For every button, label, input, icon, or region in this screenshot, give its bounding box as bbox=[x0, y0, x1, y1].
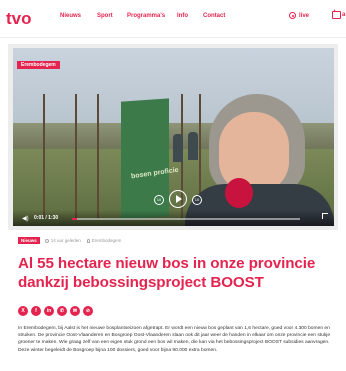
category-badge[interactable]: Nieuws bbox=[18, 237, 40, 244]
video-location-tag: Erembodegem bbox=[17, 61, 60, 69]
article-meta: Nieuws 14 uur geleden Erembodegem bbox=[18, 237, 121, 244]
clock-icon bbox=[44, 238, 49, 243]
nav-item-contact[interactable]: Contact bbox=[203, 13, 225, 19]
live-label: live bbox=[299, 12, 310, 19]
tree-stake bbox=[43, 94, 45, 219]
mail-icon[interactable]: ✉ bbox=[70, 306, 80, 316]
live-icon bbox=[289, 12, 296, 19]
tv-icon[interactable] bbox=[332, 11, 341, 19]
nav-item-programmas[interactable]: Programma's bbox=[127, 13, 165, 19]
location-icon bbox=[86, 238, 90, 243]
nav-item-sport[interactable]: Sport bbox=[97, 13, 113, 19]
fullscreen-icon[interactable] bbox=[322, 213, 328, 219]
article-location[interactable]: Erembodegem bbox=[92, 238, 122, 243]
link-icon[interactable]: ⊘ bbox=[83, 306, 93, 316]
top-navigation: tvo Nieuws Sport Programma's Info Contac… bbox=[0, 0, 346, 38]
facebook-icon[interactable]: f bbox=[31, 306, 41, 316]
video-progress-fill bbox=[72, 218, 77, 220]
video-time: 0:01 / 1:30 bbox=[34, 215, 59, 221]
microphone bbox=[225, 178, 253, 208]
x-icon[interactable]: X bbox=[18, 306, 28, 316]
linkedin-icon[interactable]: in bbox=[44, 306, 54, 316]
published-time: 14 uur geleden bbox=[50, 238, 81, 243]
article-lead: In Erembodegem, bij Aalst is het nieuwe … bbox=[18, 326, 331, 353]
interviewee-face bbox=[219, 112, 289, 192]
whatsapp-icon[interactable]: ✆ bbox=[57, 306, 67, 316]
article-headline: Al 55 hectare nieuw bos in onze provinci… bbox=[18, 255, 316, 291]
nav-item-info[interactable]: Info bbox=[177, 13, 188, 19]
logo-text: tvo bbox=[6, 9, 32, 28]
rewind-10-icon[interactable]: 10 bbox=[154, 195, 164, 205]
tree-stake bbox=[97, 94, 99, 219]
tree-stake bbox=[75, 94, 77, 219]
background-person bbox=[188, 132, 198, 160]
forward-10-icon[interactable]: 10 bbox=[192, 195, 202, 205]
share-buttons: X f in ✆ ✉ ⊘ bbox=[18, 306, 93, 316]
nav-item-nieuws[interactable]: Nieuws bbox=[60, 13, 81, 19]
video-progress-bar[interactable] bbox=[72, 218, 300, 220]
tv-label-cutoff: a bbox=[342, 12, 346, 18]
background-person bbox=[173, 134, 183, 162]
live-button[interactable]: live bbox=[289, 12, 309, 19]
play-button[interactable] bbox=[169, 190, 187, 208]
tvo-logo[interactable]: tvo bbox=[6, 7, 40, 29]
volume-icon[interactable]: ◀) bbox=[22, 215, 29, 222]
